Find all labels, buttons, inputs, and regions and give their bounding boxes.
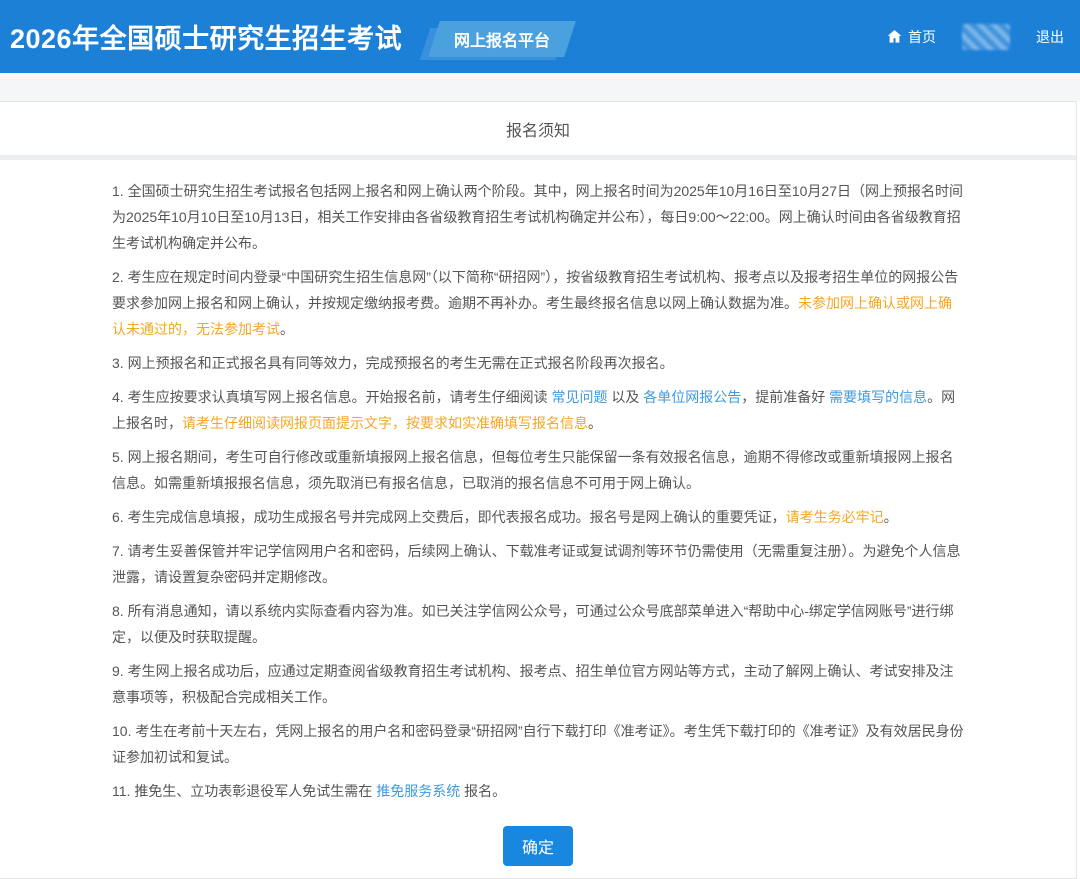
site-title: 2026年全国硕士研究生招生考试 (10, 17, 402, 56)
paragraph-text: ，提前准备好 (741, 389, 829, 405)
page-title: 报名须知 (506, 117, 570, 141)
notice-paragraph: 1. 全国硕士研究生招生考试报名包括网上报名和网上确认两个阶段。其中，网上报名时… (112, 178, 964, 256)
app-root: 2026年全国硕士研究生招生考试 网上报名平台 首页 退出 报名须知 (0, 0, 1080, 879)
brand: 2026年全国硕士研究生招生考试 网上报名平台 (10, 17, 570, 56)
notice-paragraph: 7. 请考生妥善保管并牢记学信网用户名和密码，后续网上确认、下载准考证或复试调剂… (112, 538, 964, 590)
home-icon (887, 29, 902, 44)
confirm-button[interactable]: 确定 (503, 826, 573, 866)
paragraph-text: 报名。 (460, 783, 506, 799)
notice-paragraph: 4. 考生应按要求认真填写网上报名信息。开始报名前，请考生仔细阅读 常见问题 以… (112, 384, 964, 436)
inline-link[interactable]: 各单位网报公告 (643, 389, 741, 405)
notice-paragraph: 3. 网上预报名和正式报名具有同等效力，完成预报名的考生无需在正式报名阶段再次报… (112, 350, 964, 376)
notice-paragraph: 11. 推免生、立功表彰退役军人免试生需在 推免服务系统 报名。 (112, 778, 964, 804)
paragraph-text: 以及 (607, 389, 643, 405)
notice-paragraph: 10. 考生在考前十天左右，凭网上报名的用户名和密码登录“研招网”自行下载打印《… (112, 718, 964, 770)
notice-paragraph: 8. 所有消息通知，请以系统内实际查看内容为准。如已关注学信网公众号，可通过公众… (112, 598, 964, 650)
platform-badge: 网上报名平台 (434, 21, 570, 53)
notice-paragraph: 6. 考生完成信息填报，成功生成报名号并完成网上交费后，即代表报名成功。报名号是… (112, 504, 964, 530)
notice-paragraph: 9. 考生网上报名成功后，应通过定期查阅省级教育招生考试机构、报考点、招生单位官… (112, 658, 964, 710)
paragraph-text: 。 (884, 509, 898, 525)
paragraph-text: 4. 考生应按要求认真填写网上报名信息。开始报名前，请考生仔细阅读 (112, 389, 551, 405)
platform-badge-shape: 网上报名平台 (428, 21, 576, 57)
paragraph-text: 6. 考生完成信息填报，成功生成报名号并完成网上交费后，即代表报名成功。报名号是… (112, 509, 786, 525)
paragraph-text: 。 (588, 415, 602, 431)
paragraph-text: 7. 请考生妥善保管并牢记学信网用户名和密码，后续网上确认、下载准考证或复试调剂… (112, 543, 961, 585)
top-nav: 首页 退出 (887, 24, 1064, 50)
paragraph-text: 1. 全国硕士研究生招生考试报名包括网上报名和网上确认两个阶段。其中，网上报名时… (112, 183, 963, 251)
confirm-button-row: 确定 (112, 812, 964, 878)
logout-label: 退出 (1036, 27, 1064, 47)
notice-paragraphs: 1. 全国硕士研究生招生考试报名包括网上报名和网上确认两个阶段。其中，网上报名时… (112, 178, 964, 804)
inline-link[interactable]: 需要填写的信息 (829, 389, 927, 405)
home-link[interactable]: 首页 (887, 27, 936, 47)
home-label: 首页 (908, 27, 936, 47)
paragraph-text: 9. 考生网上报名成功后，应通过定期查阅省级教育招生考试机构、报考点、招生单位官… (112, 663, 954, 705)
logout-link[interactable]: 退出 (1036, 27, 1064, 47)
paragraph-text: 10. 考生在考前十天左右，凭网上报名的用户名和密码登录“研招网”自行下载打印《… (112, 723, 964, 765)
highlighted-text: 请考生务必牢记 (786, 509, 884, 525)
inline-link[interactable]: 推免服务系统 (376, 783, 460, 799)
paragraph-text: 5. 网上报名期间，考生可自行修改或重新填报网上报名信息，但每位考生只能保留一条… (112, 449, 954, 491)
paragraph-text: 11. 推免生、立功表彰退役军人免试生需在 (112, 783, 376, 799)
notice-paragraph: 5. 网上报名期间，考生可自行修改或重新填报网上报名信息，但每位考生只能保留一条… (112, 444, 964, 496)
paragraph-text: 8. 所有消息通知，请以系统内实际查看内容为准。如已关注学信网公众号，可通过公众… (112, 603, 954, 645)
page-title-bar: 报名须知 (0, 101, 1076, 155)
username-redacted[interactable] (962, 24, 1010, 50)
paragraph-text: 。 (280, 321, 294, 337)
header: 2026年全国硕士研究生招生考试 网上报名平台 首页 退出 (0, 0, 1080, 73)
highlighted-text: 请考生仔细阅读网报页面提示文字，按要求如实准确填写报名信息 (182, 415, 588, 431)
subheader-strip (0, 73, 1080, 101)
platform-badge-label: 网上报名平台 (454, 27, 550, 51)
paragraph-text: 3. 网上预报名和正式报名具有同等效力，完成预报名的考生无需在正式报名阶段再次报… (112, 355, 674, 371)
notice-content: 1. 全国硕士研究生招生考试报名包括网上报名和网上确认两个阶段。其中，网上报名时… (0, 160, 1076, 878)
inline-link[interactable]: 常见问题 (551, 389, 607, 405)
notice-paragraph: 2. 考生应在规定时间内登录“中国研究生招生信息网”（以下简称“研招网”），按省… (112, 264, 964, 342)
main-panel: 报名须知 1. 全国硕士研究生招生考试报名包括网上报名和网上确认两个阶段。其中，… (0, 101, 1077, 879)
